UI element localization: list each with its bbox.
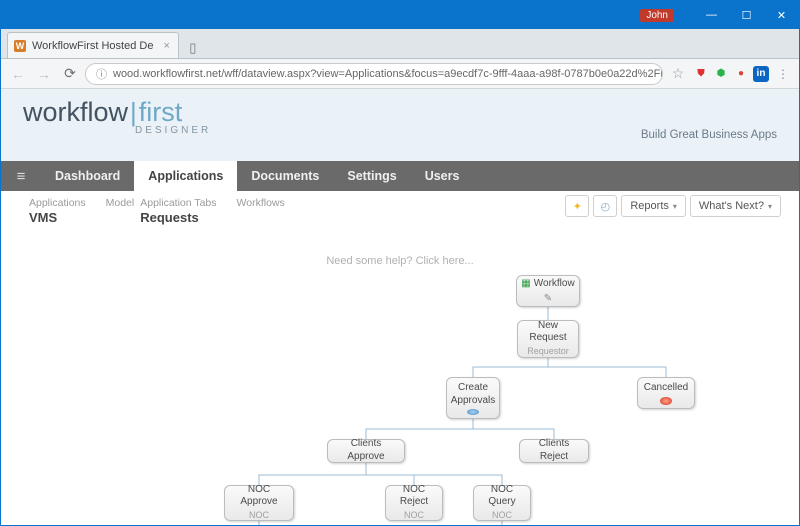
window-close-button[interactable]: ✕: [764, 1, 799, 29]
whats-next-dropdown[interactable]: What's Next?▾: [690, 195, 781, 217]
node-cancelled[interactable]: Cancelled: [637, 377, 695, 409]
extension-icon-3[interactable]: ●: [733, 66, 749, 82]
edit-icon: ✎: [542, 293, 554, 305]
node-noc-reject[interactable]: NOC Reject NOC: [385, 485, 443, 521]
reports-dropdown[interactable]: Reports▾: [621, 195, 686, 217]
main-menubar: ≡ Dashboard Applications Documents Setti…: [1, 161, 799, 191]
action-icon-2[interactable]: ◴: [593, 195, 617, 217]
node-clients-approve[interactable]: Clients Approve: [327, 439, 405, 463]
crumb-model[interactable]: Model: [106, 197, 135, 209]
brand-logo[interactable]: workflow|first: [23, 97, 781, 128]
window-titlebar: John — ☐ ✕: [1, 1, 799, 29]
help-hint[interactable]: Need some help? Click here...: [1, 255, 799, 267]
menu-documents[interactable]: Documents: [237, 161, 333, 191]
window-maximize-button[interactable]: ☐: [729, 1, 764, 29]
brand-tagline: Build Great Business Apps: [641, 129, 777, 141]
browser-tabstrip: W WorkflowFirst Hosted De × ▯: [1, 29, 799, 59]
crumb-applications[interactable]: Applications VMS: [29, 197, 86, 225]
back-button[interactable]: ←: [7, 63, 29, 85]
reload-button[interactable]: ⟳: [59, 63, 81, 85]
app-window: John — ☐ ✕ W WorkflowFirst Hosted De × ▯…: [0, 0, 800, 526]
menu-users[interactable]: Users: [411, 161, 474, 191]
tab-favicon: W: [14, 40, 26, 52]
refresh-icon: ✦: [573, 200, 582, 213]
browser-toolbar: ← → ⟳ ⓘ wood.workflowfirst.net/wff/datav…: [1, 59, 799, 89]
window-minimize-button[interactable]: —: [694, 1, 729, 29]
action-icon-1[interactable]: ✦: [565, 195, 589, 217]
menu-settings[interactable]: Settings: [333, 161, 410, 191]
menu-dashboard[interactable]: Dashboard: [41, 161, 134, 191]
browser-tab[interactable]: W WorkflowFirst Hosted De ×: [7, 32, 179, 58]
node-clients-reject[interactable]: Clients Reject: [519, 439, 589, 463]
circle-icon: ◴: [601, 200, 611, 213]
user-chip[interactable]: John: [640, 9, 674, 22]
crumb-app-tabs[interactable]: Application Tabs Requests: [140, 197, 216, 225]
node-new-request[interactable]: New Request Requestor: [517, 320, 579, 358]
node-noc-query[interactable]: NOC Query NOC: [473, 485, 531, 521]
globe-icon: [467, 409, 479, 415]
tab-close-icon[interactable]: ×: [163, 40, 169, 52]
url-text: wood.workflowfirst.net/wff/dataview.aspx…: [113, 68, 663, 80]
forward-button[interactable]: →: [33, 63, 55, 85]
page-header: workflow|first DESIGNER Build Great Busi…: [1, 89, 799, 161]
brand-word-1: workflow: [23, 97, 128, 127]
new-tab-button[interactable]: ▯: [183, 38, 203, 58]
menu-applications[interactable]: Applications: [134, 161, 237, 191]
extension-icon-linkedin[interactable]: in: [753, 66, 769, 82]
node-create-approvals[interactable]: Create Approvals: [446, 377, 500, 419]
workflow-icon: ▦: [521, 278, 530, 291]
chrome-menu-icon[interactable]: ⋮: [773, 67, 793, 81]
stop-icon: [660, 397, 672, 406]
workflow-canvas[interactable]: ▦Workflow ✎ New Request Requestor Create…: [1, 267, 799, 525]
extension-icon-1[interactable]: ⛊: [693, 66, 709, 82]
chevron-down-icon: ▾: [768, 202, 772, 211]
address-bar[interactable]: ⓘ wood.workflowfirst.net/wff/dataview.as…: [85, 63, 663, 85]
tab-title: WorkflowFirst Hosted De: [32, 40, 153, 52]
hamburger-icon[interactable]: ≡: [1, 161, 41, 191]
node-noc-approve[interactable]: NOC Approve NOC: [224, 485, 294, 521]
node-workflow[interactable]: ▦Workflow ✎: [516, 275, 580, 307]
bookmark-star-icon[interactable]: ☆: [667, 63, 689, 85]
breadcrumb-row: Applications VMS Model Application Tabs …: [1, 191, 799, 229]
page-content: 👤 admin| User Guide| Support| Admin Tool…: [1, 89, 799, 525]
crumb-workflows[interactable]: Workflows: [237, 197, 285, 209]
site-info-icon[interactable]: ⓘ: [96, 66, 107, 82]
chevron-down-icon: ▾: [673, 202, 677, 211]
extension-icon-2[interactable]: ⬢: [713, 66, 729, 82]
page-actions: ✦ ◴ Reports▾ What's Next?▾: [565, 195, 781, 217]
brand-word-2: first: [139, 97, 183, 127]
